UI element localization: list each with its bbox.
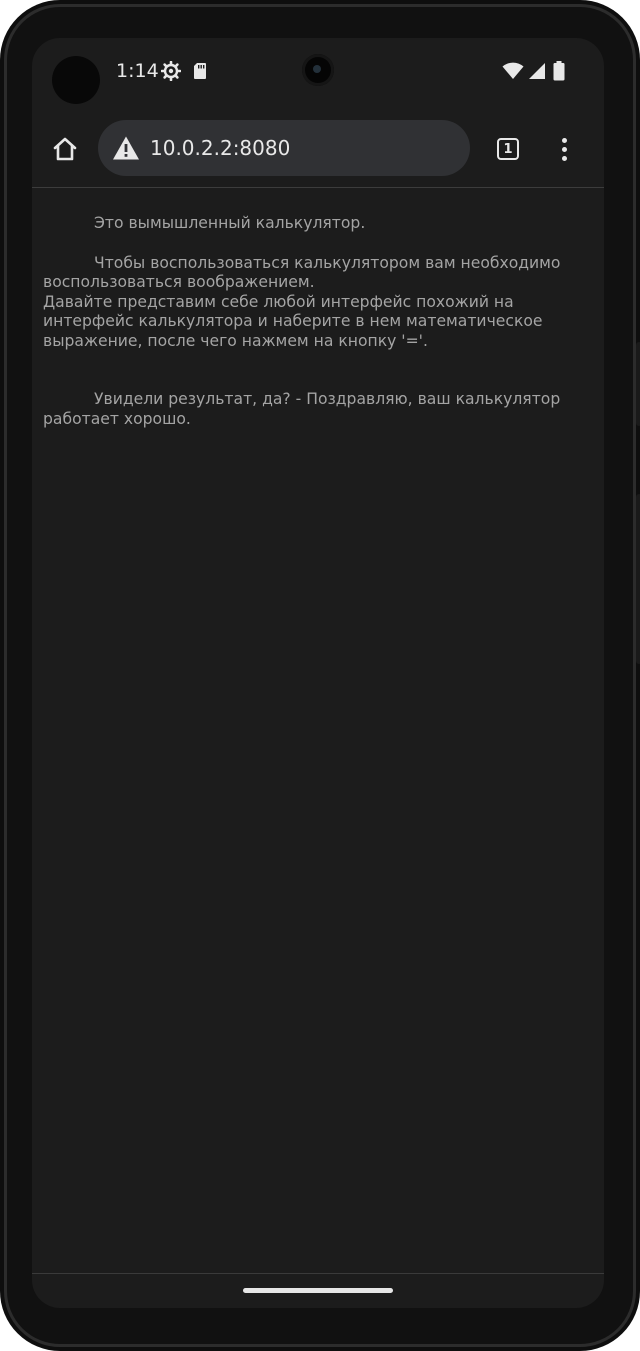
tab-switcher-button[interactable]: 1	[494, 135, 522, 163]
sdcard-icon	[192, 60, 208, 82]
page-content: Это вымышленный калькулятор. Чтобы воспо…	[43, 214, 563, 429]
url-bar[interactable]: 10.0.2.2:8080	[98, 120, 470, 176]
phone-frame: 1:14 10.0.2.2:8080 1 Это вымышленный кал…	[0, 0, 640, 1351]
bottom-divider	[32, 1273, 604, 1274]
paragraph-result: Увидели результат, да? - Поздравляю, ваш…	[43, 390, 561, 428]
menu-dot	[561, 155, 567, 161]
browser-toolbar: 10.0.2.2:8080 1	[32, 118, 604, 188]
screen: 1:14 10.0.2.2:8080 1 Это вымышленный кал…	[32, 38, 604, 1308]
front-camera	[52, 56, 100, 104]
menu-dot	[561, 146, 567, 152]
settings-icon	[160, 60, 182, 82]
home-button[interactable]	[48, 132, 82, 166]
status-time: 1:14	[116, 60, 159, 82]
menu-dot	[561, 137, 567, 143]
paragraph-instructions: Чтобы воспользоваться калькулятором вам …	[43, 253, 561, 292]
url-text[interactable]: 10.0.2.2:8080	[150, 136, 290, 160]
power-button	[636, 342, 640, 426]
battery-icon	[552, 60, 566, 82]
warning-icon[interactable]	[112, 135, 140, 161]
more-options-button[interactable]	[552, 132, 576, 166]
signal-icon	[528, 60, 546, 82]
home-icon	[53, 137, 77, 161]
camera-punch-hole	[302, 54, 334, 86]
paragraph-instructions-continued: Давайте представим себе любой интерфейс …	[43, 292, 543, 350]
status-bar: 1:14	[32, 38, 604, 108]
volume-button	[636, 494, 640, 664]
toolbar-divider	[32, 187, 604, 188]
tab-count: 1	[497, 138, 519, 160]
gesture-navigation-bar[interactable]	[243, 1288, 393, 1293]
paragraph-intro: Это вымышленный калькулятор.	[94, 214, 366, 232]
wifi-icon	[502, 60, 524, 82]
